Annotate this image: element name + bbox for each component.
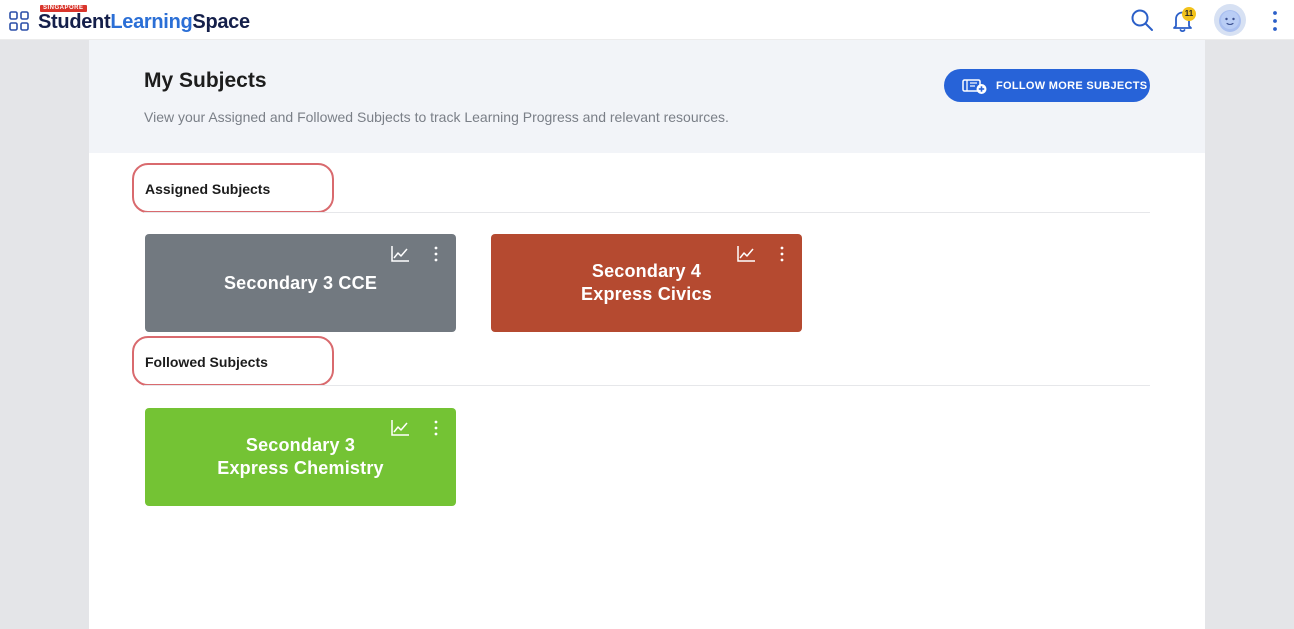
subject-card-title: Secondary 3 Express Chemistry [217,435,384,478]
card-more-options-icon[interactable] [776,245,788,263]
followed-subjects-title: Followed Subjects [145,354,268,370]
progress-chart-icon[interactable] [390,419,410,437]
assigned-subjects-heading: Assigned Subjects [132,163,334,213]
subject-card-sec3-express-chemistry[interactable]: Secondary 3 Express Chemistry [145,408,456,506]
apps-grid-icon[interactable] [9,11,29,31]
follow-subjects-icon [962,78,987,94]
page-header: My Subjects View your Assigned and Follo… [89,40,1205,153]
notification-count-badge: 11 [1182,7,1196,21]
logo-word-space: Space [192,11,250,33]
card-more-options-icon[interactable] [430,245,442,263]
card-more-options-icon[interactable] [430,419,442,437]
subject-card-sec4-express-civics[interactable]: Secondary 4 Express Civics [491,234,802,332]
follow-more-subjects-button[interactable]: FOLLOW MORE SUBJECTS [944,69,1150,102]
main-content: My Subjects View your Assigned and Follo… [89,40,1205,629]
avatar-face-icon [1219,10,1241,32]
followed-subjects-heading: Followed Subjects [132,336,334,386]
assigned-subjects-title: Assigned Subjects [145,181,271,197]
notifications-button[interactable]: 11 [1170,7,1196,34]
section-divider [144,385,1150,386]
top-bar: SINGAPORE StudentLearningSpace 11 [0,0,1294,40]
page-title: My Subjects [144,69,267,92]
progress-chart-icon[interactable] [736,245,756,263]
section-divider [144,212,1150,213]
logo-word-learning: Learning [110,11,193,33]
subject-card-title: Secondary 3 CCE [223,272,378,293]
subject-card-sec3-cce[interactable]: Secondary 3 CCE [145,234,456,332]
more-options-icon[interactable] [1266,9,1284,33]
search-icon[interactable] [1130,8,1154,32]
progress-chart-icon[interactable] [390,245,410,263]
page-subtitle: View your Assigned and Followed Subjects… [144,109,729,125]
subject-card-title: Secondary 4 Express Civics [581,261,712,304]
follow-more-subjects-label: FOLLOW MORE SUBJECTS [996,79,1148,92]
avatar[interactable] [1214,4,1246,36]
logo-text: StudentLearningSpace [38,11,250,34]
logo-word-student: Student [38,11,111,33]
